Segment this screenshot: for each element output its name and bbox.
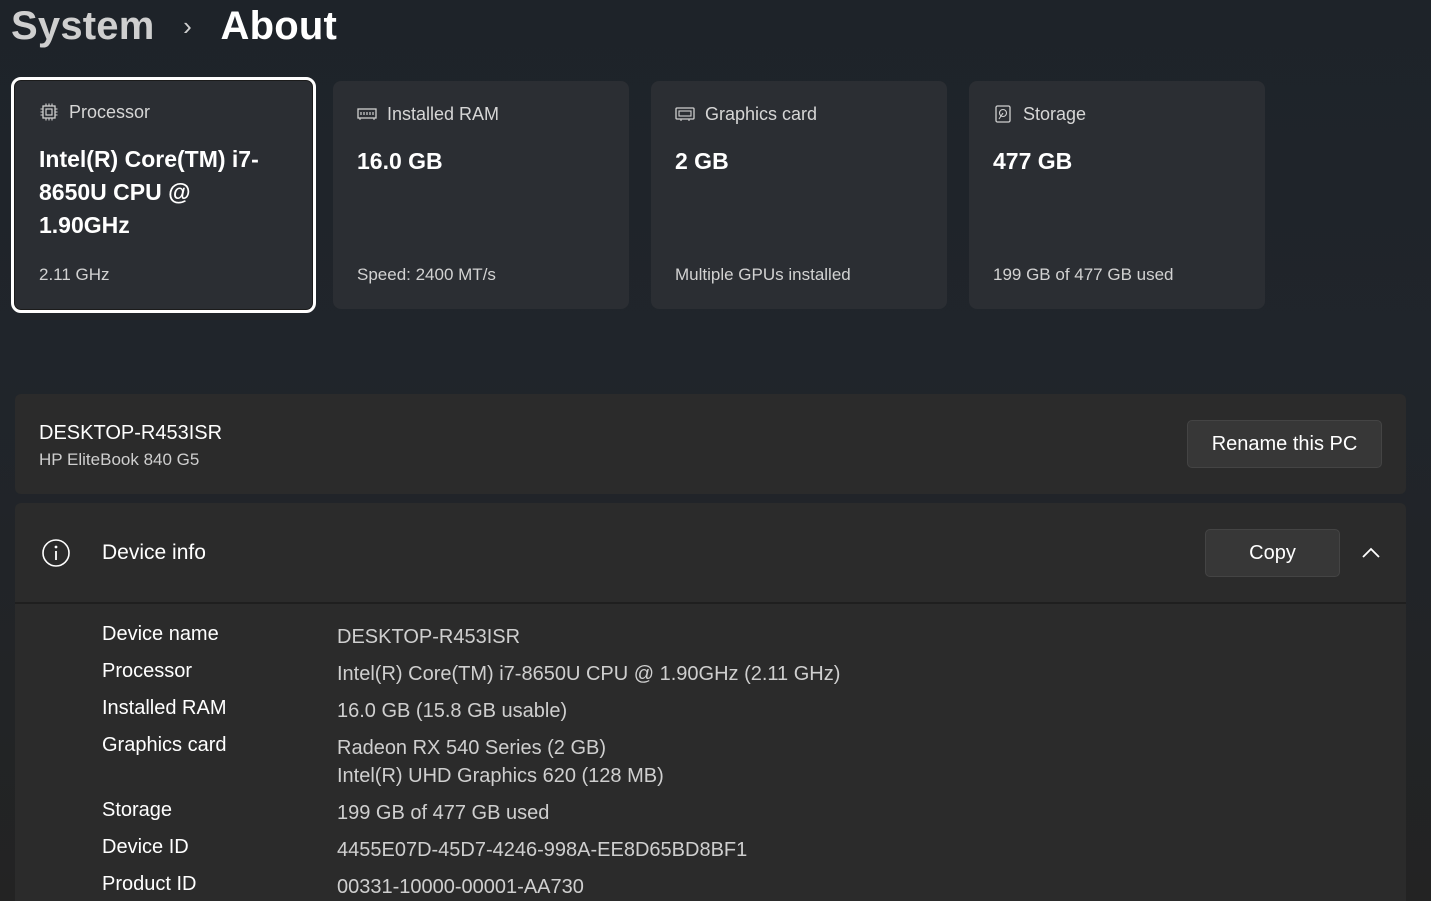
device-info-header[interactable]: Device info Copy — [15, 503, 1406, 604]
breadcrumb: System › About — [11, 0, 337, 52]
card-title: Processor — [69, 101, 151, 122]
device-info-panel: Device info Copy Device name DESKTOP-R45… — [15, 503, 1406, 901]
card-value: 2 GB — [675, 148, 729, 174]
processor-card[interactable]: Processor Intel(R) Core(TM) i7-8650U CPU… — [11, 77, 316, 313]
info-row-label: Processor — [102, 660, 193, 682]
info-row-value[interactable]: 199 GB of 477 GB used — [337, 799, 549, 836]
info-row: Storage 199 GB of 477 GB used — [102, 799, 840, 836]
pc-model: HP EliteBook 840 G5 — [39, 450, 200, 469]
info-row-value[interactable]: 00331-10000-00001-AA730 — [337, 873, 584, 901]
info-row-label: Product ID — [102, 873, 197, 895]
chevron-up-icon[interactable] — [1359, 541, 1383, 565]
info-row-value-line: DESKTOP-R453ISR — [337, 626, 521, 648]
card-value: Intel(R) Core(TM) i7-8650U CPU @ 1.90GHz — [39, 146, 259, 238]
card-subtext: 199 GB of 477 GB used — [993, 265, 1174, 284]
breadcrumb-system[interactable]: System — [11, 4, 155, 49]
rename-pc-button[interactable]: Rename this PC — [1187, 420, 1382, 468]
card-subtext: Multiple GPUs installed — [675, 265, 851, 284]
info-row-label: Device ID — [102, 836, 189, 858]
info-row: Installed RAM 16.0 GB (15.8 GB usable) — [102, 697, 840, 734]
info-row: Device ID 4455E07D-45D7-4246-998A-EE8D65… — [102, 836, 840, 873]
info-row-value[interactable]: Intel(R) Core(TM) i7-8650U CPU @ 1.90GHz… — [337, 660, 840, 697]
page-title: About — [220, 3, 338, 48]
info-row-label: Graphics card — [102, 734, 227, 756]
card-subtext: 2.11 GHz — [39, 265, 110, 284]
processor-chip-icon — [39, 102, 59, 122]
card-subtext: Speed: 2400 MT/s — [357, 265, 496, 284]
ram-card[interactable]: Installed RAM 16.0 GB Speed: 2400 MT/s — [333, 81, 629, 309]
device-info-title: Device info — [102, 541, 206, 564]
info-icon — [40, 537, 72, 569]
info-row-value-line: 4455E07D-45D7-4246-998A-EE8D65BD8BF1 — [337, 839, 748, 861]
card-title: Graphics card — [705, 103, 818, 124]
card-value: 477 GB — [993, 148, 1073, 174]
info-row: Product ID 00331-10000-00001-AA730 — [102, 873, 840, 901]
info-row-label: Installed RAM — [102, 697, 227, 719]
storage-drive-icon — [993, 104, 1013, 124]
pc-name-panel: DESKTOP-R453ISR HP EliteBook 840 G5 Rena… — [15, 394, 1406, 494]
info-row-value-line: Intel(R) UHD Graphics 620 (128 MB) — [337, 765, 664, 787]
memory-icon — [357, 104, 377, 124]
graphics-card-icon — [675, 104, 695, 124]
info-row-label: Device name — [102, 623, 219, 645]
card-value: 16.0 GB — [357, 148, 443, 174]
device-info-rows: Device name DESKTOP-R453ISR Processor In… — [102, 623, 840, 901]
info-row: Processor Intel(R) Core(TM) i7-8650U CPU… — [102, 660, 840, 697]
chevron-right-icon: › — [183, 10, 192, 41]
info-row-value-line: 00331-10000-00001-AA730 — [337, 876, 584, 898]
info-row-value[interactable]: DESKTOP-R453ISR — [337, 623, 520, 660]
info-row-value-line: 199 GB of 477 GB used — [337, 802, 550, 824]
about-page: System › About Processor Intel(R) Core(T… — [0, 0, 1431, 901]
info-row-value-line: Radeon RX 540 Series (2 GB) — [337, 737, 607, 759]
pc-name: DESKTOP-R453ISR — [39, 422, 223, 444]
info-row: Graphics card Radeon RX 540 Series (2 GB… — [102, 734, 840, 799]
copy-button[interactable]: Copy — [1205, 529, 1340, 577]
graphics-card-card[interactable]: Graphics card 2 GB Multiple GPUs install… — [651, 81, 947, 309]
info-row-value[interactable]: 4455E07D-45D7-4246-998A-EE8D65BD8BF1 — [337, 836, 747, 873]
card-title: Storage — [1023, 103, 1087, 124]
info-row: Device name DESKTOP-R453ISR — [102, 623, 840, 660]
card-title: Installed RAM — [387, 103, 500, 124]
info-row-value[interactable]: Radeon RX 540 Series (2 GB) Intel(R) UHD… — [337, 734, 664, 799]
info-row-value[interactable]: 16.0 GB (15.8 GB usable) — [337, 697, 567, 734]
info-row-value-line: Intel(R) Core(TM) i7-8650U CPU @ 1.90GHz… — [337, 663, 841, 685]
storage-card[interactable]: Storage 477 GB 199 GB of 477 GB used — [969, 81, 1265, 309]
info-row-label: Storage — [102, 799, 173, 821]
info-row-value-line: 16.0 GB (15.8 GB usable) — [337, 700, 568, 722]
